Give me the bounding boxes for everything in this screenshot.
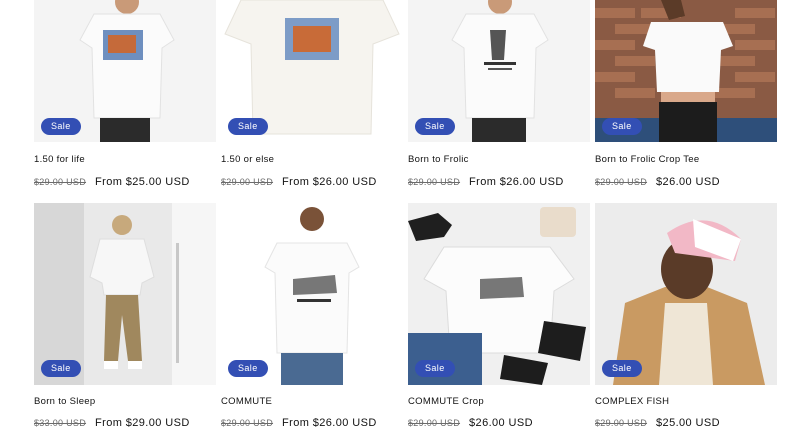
product-title[interactable]: 1.50 or else [221,154,274,165]
product-title[interactable]: COMMUTE Crop [408,396,484,407]
price-row: $29.00 USD From $26.00 USD [408,172,564,190]
product-title[interactable]: Born to Sleep [34,396,95,407]
sale-badge: Sale [415,118,455,135]
product-image[interactable] [595,203,777,385]
sale-price: From $26.00 USD [469,176,564,188]
regular-price: $29.00 USD [408,177,461,187]
product-card[interactable]: Sale Born to Sleep $33.00 USD From $29.00… [34,203,216,429]
price-row: $29.00 USD From $26.00 USD [221,172,377,190]
sale-badge: Sale [228,360,268,377]
product-card[interactable]: Sale Born to Frolic $29.00 USD From $26.0… [408,0,590,190]
sale-badge: Sale [41,118,81,135]
sale-price: $25.00 USD [656,417,720,429]
price-row: $29.00 USD From $26.00 USD [221,413,377,431]
sale-badge: Sale [602,360,642,377]
sale-badge: Sale [228,118,268,135]
product-card[interactable]: Sale COMMUTE $29.00 USD From $26.00 USD [221,203,403,429]
sale-price: From $29.00 USD [95,417,190,429]
regular-price: $29.00 USD [34,177,87,187]
sale-badge: Sale [602,118,642,135]
price-row: $29.00 USD From $25.00 USD [34,172,190,190]
product-title[interactable]: Born to Frolic Crop Tee [595,154,699,165]
sale-badge: Sale [415,360,455,377]
sale-price: From $26.00 USD [282,417,377,429]
regular-price: $29.00 USD [221,177,274,187]
regular-price: $29.00 USD [595,177,648,187]
product-image[interactable] [408,203,590,385]
regular-price: $29.00 USD [221,418,274,428]
price-row: $33.00 USD From $29.00 USD [34,413,190,431]
price-row: $29.00 USD $26.00 USD [408,413,533,431]
sale-badge: Sale [41,360,81,377]
regular-price: $33.00 USD [34,418,87,428]
regular-price: $29.00 USD [595,418,648,428]
sale-price: From $26.00 USD [282,176,377,188]
product-card[interactable]: Sale 1.50 for life $29.00 USD From $25.00… [34,0,216,190]
product-image[interactable] [34,203,216,385]
product-card[interactable]: Sale 1.50 or else $29.00 USD From $26.00 … [221,0,403,190]
sale-price: $26.00 USD [656,176,720,188]
product-card[interactable]: Sale COMPLEX FISH $29.00 USD $25.00 USD [595,203,777,429]
product-card[interactable]: Sale COMMUTE Crop $29.00 USD $26.00 USD [408,203,590,429]
product-title[interactable]: 1.50 for life [34,154,85,165]
product-image[interactable] [221,203,403,385]
product-grid: Sale 1.50 for life $29.00 USD From $25.00… [0,0,810,429]
product-card[interactable]: Sale Born to Frolic Crop Tee $29.00 USD $… [595,0,777,190]
price-row: $29.00 USD $25.00 USD [595,413,720,431]
product-title[interactable]: Born to Frolic [408,154,469,165]
product-title[interactable]: COMMUTE [221,396,272,407]
sale-price: From $25.00 USD [95,176,190,188]
regular-price: $29.00 USD [408,418,461,428]
product-title[interactable]: COMPLEX FISH [595,396,669,407]
sale-price: $26.00 USD [469,417,533,429]
price-row: $29.00 USD $26.00 USD [595,172,720,190]
